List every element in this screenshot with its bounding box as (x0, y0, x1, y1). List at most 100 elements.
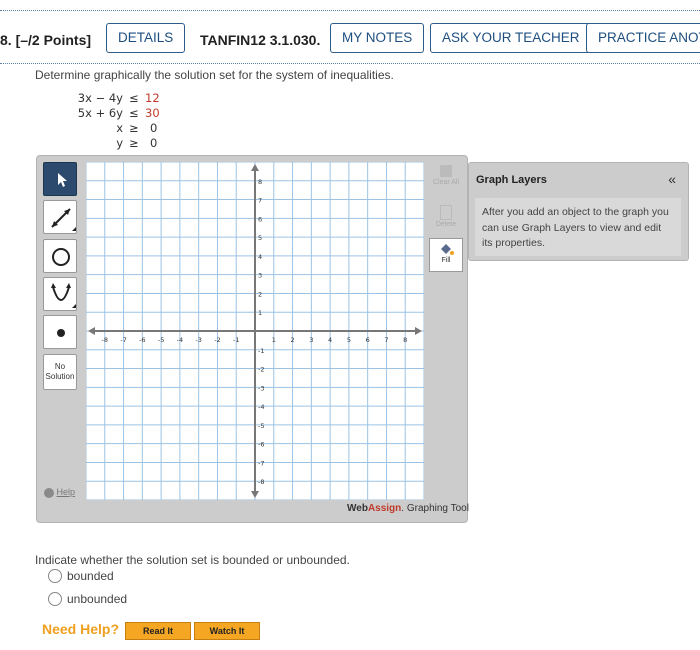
graph-layers-text: After you add an object to the graph you… (475, 198, 681, 256)
inequality-lhs: y (116, 136, 123, 150)
problem-code: TANFIN12 3.1.030. (200, 32, 321, 48)
y-tick-label: -7 (258, 459, 264, 467)
y-axis-arrow-icon (251, 491, 259, 498)
inequality-rhs: 12 (145, 91, 160, 105)
graph-layers-panel: Graph Layers « After you add an object t… (468, 162, 689, 261)
my-notes-button[interactable]: MY NOTES (330, 23, 425, 53)
y-tick-label: -2 (258, 366, 264, 374)
circle-tool-button[interactable] (43, 239, 77, 273)
y-tick-label: -8 (258, 478, 264, 486)
question-number: 8. (0, 32, 12, 48)
graphing-tool: No Solution Help -8 -7 -6 -5 -4 -3 -2 -1 1 2 3 4 5 6 7… (36, 155, 469, 523)
inequality-2: 5x + 6y ≤ 30 (70, 106, 190, 122)
clear-all-label: Clear All (432, 179, 460, 186)
x-tick-label: -5 (158, 336, 164, 344)
delete-label: Delete (435, 221, 457, 228)
y-tick-label: 5 (258, 234, 262, 242)
inequality-lhs: 3x − 4y (77, 91, 123, 105)
unbounded-radio[interactable] (48, 592, 62, 606)
question-prompt: Determine graphically the solution set f… (35, 68, 394, 82)
inequality-lhs: 5x + 6y (77, 106, 123, 120)
x-tick-label: 4 (328, 336, 332, 344)
need-help-label: Need Help? (42, 621, 120, 637)
x-tick-label: -6 (139, 336, 145, 344)
line-tool-button[interactable] (43, 200, 77, 234)
ask-teacher-button[interactable]: ASK YOUR TEACHER (430, 23, 592, 53)
point-icon (57, 329, 65, 337)
header-divider (0, 63, 700, 64)
y-tick-label: -6 (258, 441, 264, 449)
top-divider (0, 10, 700, 11)
collapse-icon[interactable]: « (668, 171, 676, 187)
inequality-rhs: 30 (145, 106, 160, 120)
read-it-button[interactable]: Read It (125, 622, 191, 640)
clear-all-button[interactable]: Clear All (429, 162, 463, 192)
parabola-icon (51, 283, 76, 308)
inequality-rhs: 0 (150, 136, 158, 150)
x-tick-label: -4 (177, 336, 183, 344)
x-tick-label: 2 (290, 336, 294, 344)
inequality-op: ≥ (129, 136, 139, 150)
inequality-4: y ≥ 0 (70, 136, 190, 152)
x-tick-label: 6 (366, 336, 370, 344)
x-tick-label: 5 (347, 336, 351, 344)
inequality-rhs: 0 (150, 121, 158, 135)
y-tick-label: 2 (258, 290, 262, 298)
no-solution-label-2: Solution (45, 372, 75, 381)
brand-suffix: . Graphing Tool (401, 503, 469, 514)
x-tick-label: 3 (309, 336, 313, 344)
brand-web: Web (347, 503, 368, 514)
y-tick-label: 7 (258, 197, 262, 205)
x-tick-label: -8 (102, 336, 108, 344)
brand-assign: Assign (367, 503, 402, 514)
pointer-tool-button[interactable] (43, 162, 77, 196)
trash-icon (440, 205, 452, 220)
inequality-1: 3x − 4y ≤ 12 (70, 91, 190, 107)
x-axis-arrow-icon (415, 327, 422, 335)
details-button[interactable]: DETAILS (106, 23, 186, 53)
x-tick-label: -3 (195, 336, 201, 344)
help-icon (44, 487, 54, 498)
point-tool-button[interactable] (43, 315, 77, 349)
no-solution-button[interactable]: No Solution (43, 354, 77, 390)
paint-bucket-icon (441, 244, 454, 255)
watch-it-button[interactable]: Watch It (194, 622, 260, 640)
x-tick-label: 8 (403, 336, 407, 344)
no-solution-label-1: No (54, 362, 66, 371)
y-tick-label: -3 (258, 384, 264, 392)
pointer-icon (58, 173, 67, 187)
webassign-brand: WebAssign. Graphing Tool (347, 503, 469, 514)
x-tick-label: -7 (120, 336, 126, 344)
help-label: Help (56, 487, 76, 497)
y-tick-label: -1 (258, 347, 264, 355)
y-tick-label: -4 (258, 403, 264, 411)
circle-icon (52, 248, 70, 266)
graph-layers-title: Graph Layers (476, 174, 547, 186)
inequality-op: ≤ (129, 106, 139, 120)
y-tick-label: 4 (258, 253, 262, 261)
y-tick-label: 3 (258, 272, 262, 280)
y-tick-label: 6 (258, 215, 262, 223)
x-tick-label: 7 (384, 336, 388, 344)
points-label: [–/2 Points] (15, 32, 92, 48)
question-header: 8. [–/2 Points] (0, 32, 91, 48)
help-link[interactable]: Help (44, 487, 75, 498)
clear-all-icon (440, 165, 452, 177)
coordinate-grid[interactable]: -8 -7 -6 -5 -4 -3 -2 -1 1 2 3 4 5 6 7 8 8 7 6 5 4 3 2 1 -1 -2 -3 -4… (85, 161, 425, 501)
line-icon (51, 208, 76, 231)
fill-label: Fill (441, 257, 451, 264)
y-tick-label: 1 (258, 309, 262, 317)
x-tick-label: -1 (233, 336, 239, 344)
unbounded-label: unbounded (67, 592, 128, 606)
parabola-tool-button[interactable] (43, 277, 77, 311)
bounded-radio[interactable] (48, 569, 62, 583)
inequality-op: ≥ (129, 121, 139, 135)
delete-button[interactable]: Delete (429, 202, 463, 232)
fill-button[interactable]: Fill (429, 238, 463, 272)
y-tick-label: 8 (258, 178, 262, 186)
practice-another-button[interactable]: PRACTICE ANOTHER (586, 23, 700, 53)
y-tick-label: -5 (258, 422, 264, 430)
bounded-label: bounded (67, 569, 114, 583)
graph-canvas[interactable]: -8 -7 -6 -5 -4 -3 -2 -1 1 2 3 4 5 6 7 8 8 7 6 5 4 3 2 1 -1 -2 -3 -4… (85, 161, 425, 501)
inequality-3: x ≥ 0 (70, 121, 190, 137)
